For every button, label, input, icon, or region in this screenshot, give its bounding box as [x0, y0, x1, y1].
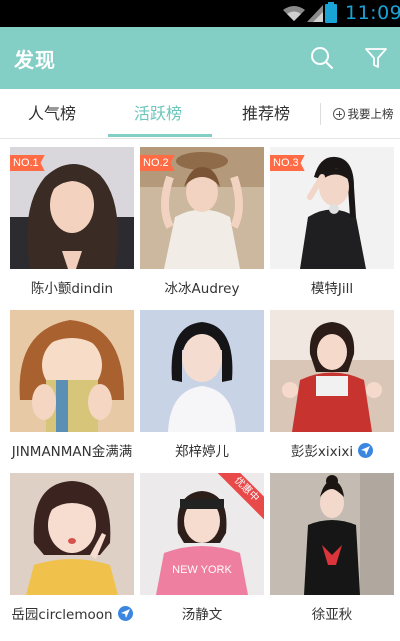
profile-photo[interactable]: NO.3 — [270, 147, 394, 269]
profile-name: 冰冰Audrey — [164, 281, 240, 297]
tab-popularity[interactable]: 人气榜 — [0, 89, 104, 139]
profile-photo[interactable] — [10, 473, 134, 595]
status-time: 11:09 — [345, 2, 400, 24]
filter-icon[interactable] — [363, 45, 389, 71]
profile-photo[interactable] — [140, 310, 264, 432]
status-bar: 11:09 — [0, 0, 400, 27]
profile-name: 彭彭xixixi — [290, 444, 354, 460]
profile-photo[interactable]: NO.2 — [140, 147, 264, 269]
profile-name: JINMANMAN金满满 — [11, 444, 133, 460]
profile-photo[interactable]: NEW YORK 优惠中 — [140, 473, 264, 595]
plus-circle-icon — [332, 108, 345, 120]
profile-photo[interactable] — [270, 310, 394, 432]
profile-photo[interactable] — [270, 473, 394, 595]
profile-name: 模特Jill — [310, 281, 354, 297]
shirt-text: NEW YORK — [172, 564, 232, 576]
tab-recommended[interactable]: 推荐榜 — [212, 89, 320, 139]
page-title: 发现 — [14, 48, 56, 72]
upload-label: 我要上榜 — [347, 107, 394, 121]
profile-photo[interactable]: NO.1 — [10, 147, 134, 269]
profile-name: 徐亚秋 — [311, 607, 353, 623]
active-tab-indicator — [108, 134, 212, 137]
rank-badge: NO.1 — [10, 155, 45, 171]
rank-badge: NO.3 — [270, 155, 305, 171]
verified-icon — [358, 442, 374, 458]
tab-bar: 人气榜 活跃榜 推荐榜 我要上榜 — [0, 89, 400, 139]
wifi-icon — [283, 6, 305, 21]
profile-name: 岳园circlemoon — [11, 607, 113, 623]
profile-name: 陈小颤dindin — [30, 281, 114, 297]
signal-icon — [307, 5, 323, 22]
app-header: 发现 — [0, 27, 400, 89]
rank-badge: NO.2 — [140, 155, 175, 171]
upload-button[interactable]: 我要上榜 — [326, 89, 400, 139]
profile-photo[interactable] — [10, 310, 134, 432]
battery-icon — [325, 2, 337, 23]
tab-active[interactable]: 活跃榜 — [104, 89, 212, 139]
search-icon[interactable] — [309, 45, 335, 71]
verified-icon — [117, 605, 133, 621]
tab-divider — [320, 103, 321, 125]
profile-name: 郑梓婷儿 — [175, 444, 229, 460]
profile-name: 汤静文 — [181, 607, 223, 623]
